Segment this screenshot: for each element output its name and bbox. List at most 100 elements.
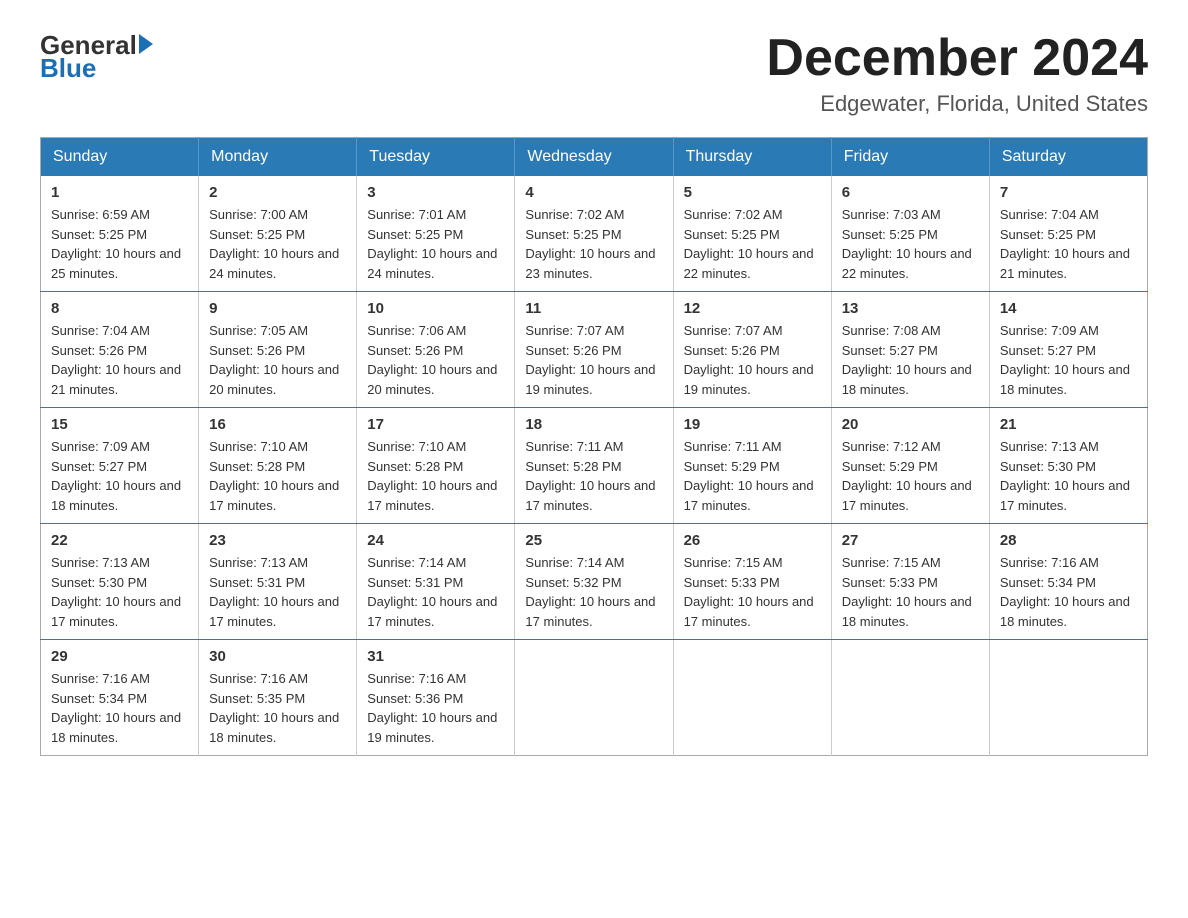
day-number: 16 xyxy=(209,416,346,433)
logo: General Blue xyxy=(40,30,153,84)
day-info: Sunrise: 7:06 AM Sunset: 5:26 PM Dayligh… xyxy=(367,321,504,399)
day-cell xyxy=(515,640,673,756)
day-number: 23 xyxy=(209,532,346,549)
day-number: 5 xyxy=(684,184,821,201)
day-info: Sunrise: 7:16 AM Sunset: 5:36 PM Dayligh… xyxy=(367,669,504,747)
day-info: Sunrise: 7:02 AM Sunset: 5:25 PM Dayligh… xyxy=(684,205,821,283)
week-row-4: 22 Sunrise: 7:13 AM Sunset: 5:30 PM Dayl… xyxy=(41,524,1148,640)
day-number: 4 xyxy=(525,184,662,201)
day-number: 30 xyxy=(209,648,346,665)
day-cell: 24 Sunrise: 7:14 AM Sunset: 5:31 PM Dayl… xyxy=(357,524,515,640)
day-number: 22 xyxy=(51,532,188,549)
header-thursday: Thursday xyxy=(673,138,831,177)
day-info: Sunrise: 7:08 AM Sunset: 5:27 PM Dayligh… xyxy=(842,321,979,399)
day-number: 9 xyxy=(209,300,346,317)
weekday-header-row: SundayMondayTuesdayWednesdayThursdayFrid… xyxy=(41,138,1148,177)
day-info: Sunrise: 7:13 AM Sunset: 5:31 PM Dayligh… xyxy=(209,553,346,631)
day-info: Sunrise: 7:09 AM Sunset: 5:27 PM Dayligh… xyxy=(51,437,188,515)
day-cell: 1 Sunrise: 6:59 AM Sunset: 5:25 PM Dayli… xyxy=(41,176,199,292)
month-year-title: December 2024 xyxy=(766,30,1148,87)
day-cell: 9 Sunrise: 7:05 AM Sunset: 5:26 PM Dayli… xyxy=(199,292,357,408)
day-cell: 22 Sunrise: 7:13 AM Sunset: 5:30 PM Dayl… xyxy=(41,524,199,640)
day-info: Sunrise: 7:03 AM Sunset: 5:25 PM Dayligh… xyxy=(842,205,979,283)
day-number: 8 xyxy=(51,300,188,317)
day-info: Sunrise: 7:10 AM Sunset: 5:28 PM Dayligh… xyxy=(209,437,346,515)
day-cell: 10 Sunrise: 7:06 AM Sunset: 5:26 PM Dayl… xyxy=(357,292,515,408)
day-cell: 11 Sunrise: 7:07 AM Sunset: 5:26 PM Dayl… xyxy=(515,292,673,408)
day-number: 6 xyxy=(842,184,979,201)
day-info: Sunrise: 7:16 AM Sunset: 5:34 PM Dayligh… xyxy=(1000,553,1137,631)
day-cell: 3 Sunrise: 7:01 AM Sunset: 5:25 PM Dayli… xyxy=(357,176,515,292)
day-number: 3 xyxy=(367,184,504,201)
day-number: 13 xyxy=(842,300,979,317)
day-cell: 26 Sunrise: 7:15 AM Sunset: 5:33 PM Dayl… xyxy=(673,524,831,640)
day-cell: 2 Sunrise: 7:00 AM Sunset: 5:25 PM Dayli… xyxy=(199,176,357,292)
day-info: Sunrise: 7:14 AM Sunset: 5:31 PM Dayligh… xyxy=(367,553,504,631)
header-sunday: Sunday xyxy=(41,138,199,177)
day-number: 17 xyxy=(367,416,504,433)
day-number: 14 xyxy=(1000,300,1137,317)
page-header: General Blue December 2024 Edgewater, Fl… xyxy=(40,30,1148,117)
day-cell: 4 Sunrise: 7:02 AM Sunset: 5:25 PM Dayli… xyxy=(515,176,673,292)
day-cell xyxy=(989,640,1147,756)
day-cell: 30 Sunrise: 7:16 AM Sunset: 5:35 PM Dayl… xyxy=(199,640,357,756)
day-number: 21 xyxy=(1000,416,1137,433)
day-info: Sunrise: 7:04 AM Sunset: 5:25 PM Dayligh… xyxy=(1000,205,1137,283)
day-cell: 5 Sunrise: 7:02 AM Sunset: 5:25 PM Dayli… xyxy=(673,176,831,292)
day-number: 31 xyxy=(367,648,504,665)
day-info: Sunrise: 7:11 AM Sunset: 5:28 PM Dayligh… xyxy=(525,437,662,515)
day-number: 2 xyxy=(209,184,346,201)
day-cell: 16 Sunrise: 7:10 AM Sunset: 5:28 PM Dayl… xyxy=(199,408,357,524)
day-cell: 15 Sunrise: 7:09 AM Sunset: 5:27 PM Dayl… xyxy=(41,408,199,524)
header-tuesday: Tuesday xyxy=(357,138,515,177)
day-number: 26 xyxy=(684,532,821,549)
day-cell: 25 Sunrise: 7:14 AM Sunset: 5:32 PM Dayl… xyxy=(515,524,673,640)
day-number: 7 xyxy=(1000,184,1137,201)
day-number: 12 xyxy=(684,300,821,317)
day-info: Sunrise: 7:14 AM Sunset: 5:32 PM Dayligh… xyxy=(525,553,662,631)
day-info: Sunrise: 7:00 AM Sunset: 5:25 PM Dayligh… xyxy=(209,205,346,283)
day-cell: 21 Sunrise: 7:13 AM Sunset: 5:30 PM Dayl… xyxy=(989,408,1147,524)
day-cell: 13 Sunrise: 7:08 AM Sunset: 5:27 PM Dayl… xyxy=(831,292,989,408)
day-info: Sunrise: 7:01 AM Sunset: 5:25 PM Dayligh… xyxy=(367,205,504,283)
day-cell: 31 Sunrise: 7:16 AM Sunset: 5:36 PM Dayl… xyxy=(357,640,515,756)
logo-blue-text: Blue xyxy=(40,53,153,84)
day-number: 27 xyxy=(842,532,979,549)
header-wednesday: Wednesday xyxy=(515,138,673,177)
day-number: 15 xyxy=(51,416,188,433)
day-cell: 29 Sunrise: 7:16 AM Sunset: 5:34 PM Dayl… xyxy=(41,640,199,756)
day-cell: 17 Sunrise: 7:10 AM Sunset: 5:28 PM Dayl… xyxy=(357,408,515,524)
day-info: Sunrise: 7:16 AM Sunset: 5:34 PM Dayligh… xyxy=(51,669,188,747)
day-cell: 28 Sunrise: 7:16 AM Sunset: 5:34 PM Dayl… xyxy=(989,524,1147,640)
day-info: Sunrise: 7:15 AM Sunset: 5:33 PM Dayligh… xyxy=(842,553,979,631)
logo-arrow-icon xyxy=(139,34,153,54)
day-info: Sunrise: 7:13 AM Sunset: 5:30 PM Dayligh… xyxy=(1000,437,1137,515)
day-number: 29 xyxy=(51,648,188,665)
day-number: 11 xyxy=(525,300,662,317)
day-info: Sunrise: 7:07 AM Sunset: 5:26 PM Dayligh… xyxy=(684,321,821,399)
day-info: Sunrise: 7:05 AM Sunset: 5:26 PM Dayligh… xyxy=(209,321,346,399)
title-area: December 2024 Edgewater, Florida, United… xyxy=(766,30,1148,117)
location-subtitle: Edgewater, Florida, United States xyxy=(766,91,1148,117)
day-info: Sunrise: 7:10 AM Sunset: 5:28 PM Dayligh… xyxy=(367,437,504,515)
day-number: 10 xyxy=(367,300,504,317)
day-cell xyxy=(831,640,989,756)
day-cell xyxy=(673,640,831,756)
day-cell: 7 Sunrise: 7:04 AM Sunset: 5:25 PM Dayli… xyxy=(989,176,1147,292)
week-row-5: 29 Sunrise: 7:16 AM Sunset: 5:34 PM Dayl… xyxy=(41,640,1148,756)
week-row-1: 1 Sunrise: 6:59 AM Sunset: 5:25 PM Dayli… xyxy=(41,176,1148,292)
day-cell: 14 Sunrise: 7:09 AM Sunset: 5:27 PM Dayl… xyxy=(989,292,1147,408)
day-info: Sunrise: 7:09 AM Sunset: 5:27 PM Dayligh… xyxy=(1000,321,1137,399)
day-cell: 12 Sunrise: 7:07 AM Sunset: 5:26 PM Dayl… xyxy=(673,292,831,408)
day-cell: 27 Sunrise: 7:15 AM Sunset: 5:33 PM Dayl… xyxy=(831,524,989,640)
week-row-2: 8 Sunrise: 7:04 AM Sunset: 5:26 PM Dayli… xyxy=(41,292,1148,408)
header-saturday: Saturday xyxy=(989,138,1147,177)
header-monday: Monday xyxy=(199,138,357,177)
day-number: 25 xyxy=(525,532,662,549)
day-cell: 20 Sunrise: 7:12 AM Sunset: 5:29 PM Dayl… xyxy=(831,408,989,524)
day-info: Sunrise: 7:15 AM Sunset: 5:33 PM Dayligh… xyxy=(684,553,821,631)
day-info: Sunrise: 7:04 AM Sunset: 5:26 PM Dayligh… xyxy=(51,321,188,399)
day-cell: 8 Sunrise: 7:04 AM Sunset: 5:26 PM Dayli… xyxy=(41,292,199,408)
day-number: 18 xyxy=(525,416,662,433)
day-number: 20 xyxy=(842,416,979,433)
